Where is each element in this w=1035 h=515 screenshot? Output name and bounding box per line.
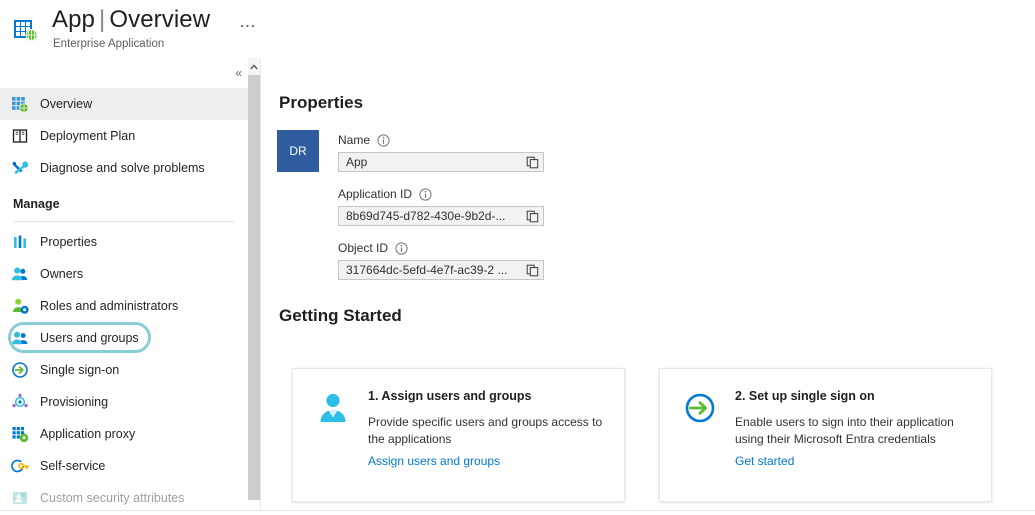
scrollbar-up-button[interactable] bbox=[248, 58, 260, 75]
card-title: 2. Set up single sign on bbox=[735, 389, 875, 403]
field-application-id: Application ID 8b69d745-d782-430e-9b2d-.… bbox=[338, 186, 544, 226]
application-proxy-icon bbox=[11, 425, 29, 443]
card-description: Provide specific users and groups access… bbox=[368, 415, 603, 446]
info-icon[interactable] bbox=[395, 241, 408, 255]
field-object-id-value: 317664dc-5efd-4e7f-ac39-2 ... bbox=[346, 263, 508, 277]
sidebar: « Overview Deployment Plan Diagnose and … bbox=[0, 58, 248, 510]
card-link-assign-users-and-groups[interactable]: Assign users and groups bbox=[368, 454, 610, 468]
sidebar-item-custom-security-attributes: Custom security attributes bbox=[0, 482, 248, 510]
sidebar-item-single-sign-on[interactable]: Single sign-on bbox=[0, 354, 248, 386]
copy-icon[interactable] bbox=[526, 156, 539, 169]
copy-icon[interactable] bbox=[526, 264, 539, 277]
field-application-id-value: 8b69d745-d782-430e-9b2d-... bbox=[346, 209, 506, 223]
sidebar-item-diagnose-and-solve-problems[interactable]: Diagnose and solve problems bbox=[0, 152, 248, 184]
sidebar-item-roles-and-administrators[interactable]: Roles and administrators bbox=[0, 290, 248, 322]
field-application-id-label: Application ID bbox=[338, 186, 544, 202]
copy-icon[interactable] bbox=[526, 210, 539, 223]
properties-bars-icon bbox=[11, 233, 29, 251]
sidebar-item-self-service[interactable]: Self-service bbox=[0, 450, 248, 482]
sidebar-item-label: Self-service bbox=[40, 459, 106, 473]
field-name-label: Name bbox=[338, 132, 544, 148]
card-sso-body: 2. Set up single sign on Enable users to… bbox=[735, 389, 977, 468]
card-title: 1. Assign users and groups bbox=[368, 389, 532, 403]
page-title-section: Overview bbox=[109, 6, 211, 33]
card-assign-body: 1. Assign users and groups Provide speci… bbox=[368, 389, 610, 468]
info-icon[interactable] bbox=[377, 133, 390, 147]
more-options-button[interactable]: … bbox=[239, 13, 257, 30]
field-application-id-box[interactable]: 8b69d745-d782-430e-9b2d-... bbox=[338, 206, 544, 226]
sidebar-item-properties[interactable]: Properties bbox=[0, 226, 248, 258]
page-header: App | Overview Enterprise Application … bbox=[0, 0, 1035, 58]
sidebar-item-label: Application proxy bbox=[40, 427, 136, 441]
field-object-id: Object ID 317664dc-5efd-4e7f-ac39-2 ... bbox=[338, 240, 544, 280]
field-name-box[interactable]: App bbox=[338, 152, 544, 172]
sidebar-item-label: Diagnose and solve problems bbox=[40, 161, 205, 175]
sidebar-item-application-proxy[interactable]: Application proxy bbox=[0, 418, 248, 450]
card-set-up-single-sign-on[interactable]: 2. Set up single sign on Enable users to… bbox=[659, 368, 992, 502]
collapse-sidebar-button[interactable]: « bbox=[235, 67, 242, 79]
info-icon[interactable] bbox=[419, 187, 432, 201]
sidebar-item-owners[interactable]: Owners bbox=[0, 258, 248, 290]
overview-grid-icon bbox=[11, 95, 29, 113]
sidebar-item-overview[interactable]: Overview bbox=[0, 88, 248, 120]
bottom-divider bbox=[0, 510, 1035, 511]
page-title-app: App bbox=[52, 6, 96, 33]
field-name: Name App bbox=[338, 132, 544, 172]
field-label-text: Name bbox=[338, 133, 371, 147]
page-title-separator: | bbox=[99, 6, 106, 33]
custom-security-attributes-icon bbox=[11, 489, 29, 507]
field-name-value: App bbox=[346, 155, 368, 169]
single-sign-on-arrow-icon bbox=[11, 361, 29, 379]
book-icon bbox=[11, 127, 29, 145]
roles-person-gear-icon bbox=[11, 297, 29, 315]
sidebar-item-label: Custom security attributes bbox=[40, 491, 185, 505]
field-object-id-box[interactable]: 317664dc-5efd-4e7f-ac39-2 ... bbox=[338, 260, 544, 280]
page-subtitle: Enterprise Application bbox=[53, 38, 165, 50]
wrench-screwdriver-icon bbox=[11, 159, 29, 177]
card-description: Enable users to sign into their applicat… bbox=[735, 415, 954, 446]
enterprise-application-icon bbox=[13, 18, 39, 44]
sidebar-item-label: Owners bbox=[40, 267, 84, 281]
scrollbar-thumb[interactable] bbox=[248, 75, 260, 500]
users-groups-icon bbox=[11, 329, 29, 347]
sidebar-item-label: Properties bbox=[40, 235, 97, 249]
sidebar-item-label: Overview bbox=[40, 97, 93, 111]
owners-people-icon bbox=[11, 265, 29, 283]
sidebar-item-label: Roles and administrators bbox=[40, 299, 179, 313]
sidebar-item-label: Deployment Plan bbox=[40, 129, 136, 143]
sidebar-item-label: Users and groups bbox=[40, 331, 139, 345]
person-icon bbox=[316, 391, 350, 425]
properties-section-title: Properties bbox=[279, 93, 364, 112]
card-link-get-started[interactable]: Get started bbox=[735, 454, 977, 468]
sidebar-group-divider bbox=[14, 221, 234, 222]
field-object-id-label: Object ID bbox=[338, 240, 544, 256]
chevron-up-icon bbox=[250, 63, 258, 69]
card-assign-users-and-groups[interactable]: 1. Assign users and groups Provide speci… bbox=[292, 368, 625, 502]
app-avatar: DR bbox=[277, 130, 319, 172]
sidebar-item-label: Provisioning bbox=[40, 395, 109, 409]
sidebar-scrollbar[interactable] bbox=[248, 58, 260, 510]
sidebar-item-label: Single sign-on bbox=[40, 363, 120, 377]
sidebar-nav-list: Overview Deployment Plan Diagnose and so… bbox=[0, 88, 248, 510]
provisioning-cycle-icon bbox=[11, 393, 29, 411]
sidebar-item-users-and-groups[interactable]: Users and groups bbox=[0, 322, 248, 354]
sidebar-group-manage: Manage bbox=[13, 197, 60, 211]
field-label-text: Application ID bbox=[338, 187, 413, 201]
self-service-key-icon bbox=[11, 457, 29, 475]
getting-started-section-title: Getting Started bbox=[279, 306, 402, 325]
page-title: App | Overview bbox=[52, 6, 210, 34]
field-label-text: Object ID bbox=[338, 241, 389, 255]
sidebar-item-provisioning[interactable]: Provisioning bbox=[0, 386, 248, 418]
sign-on-arrow-circle-icon bbox=[683, 391, 717, 425]
sidebar-item-deployment-plan[interactable]: Deployment Plan bbox=[0, 120, 248, 152]
main-content: Properties DR Name App Application ID 8b… bbox=[261, 58, 1035, 510]
